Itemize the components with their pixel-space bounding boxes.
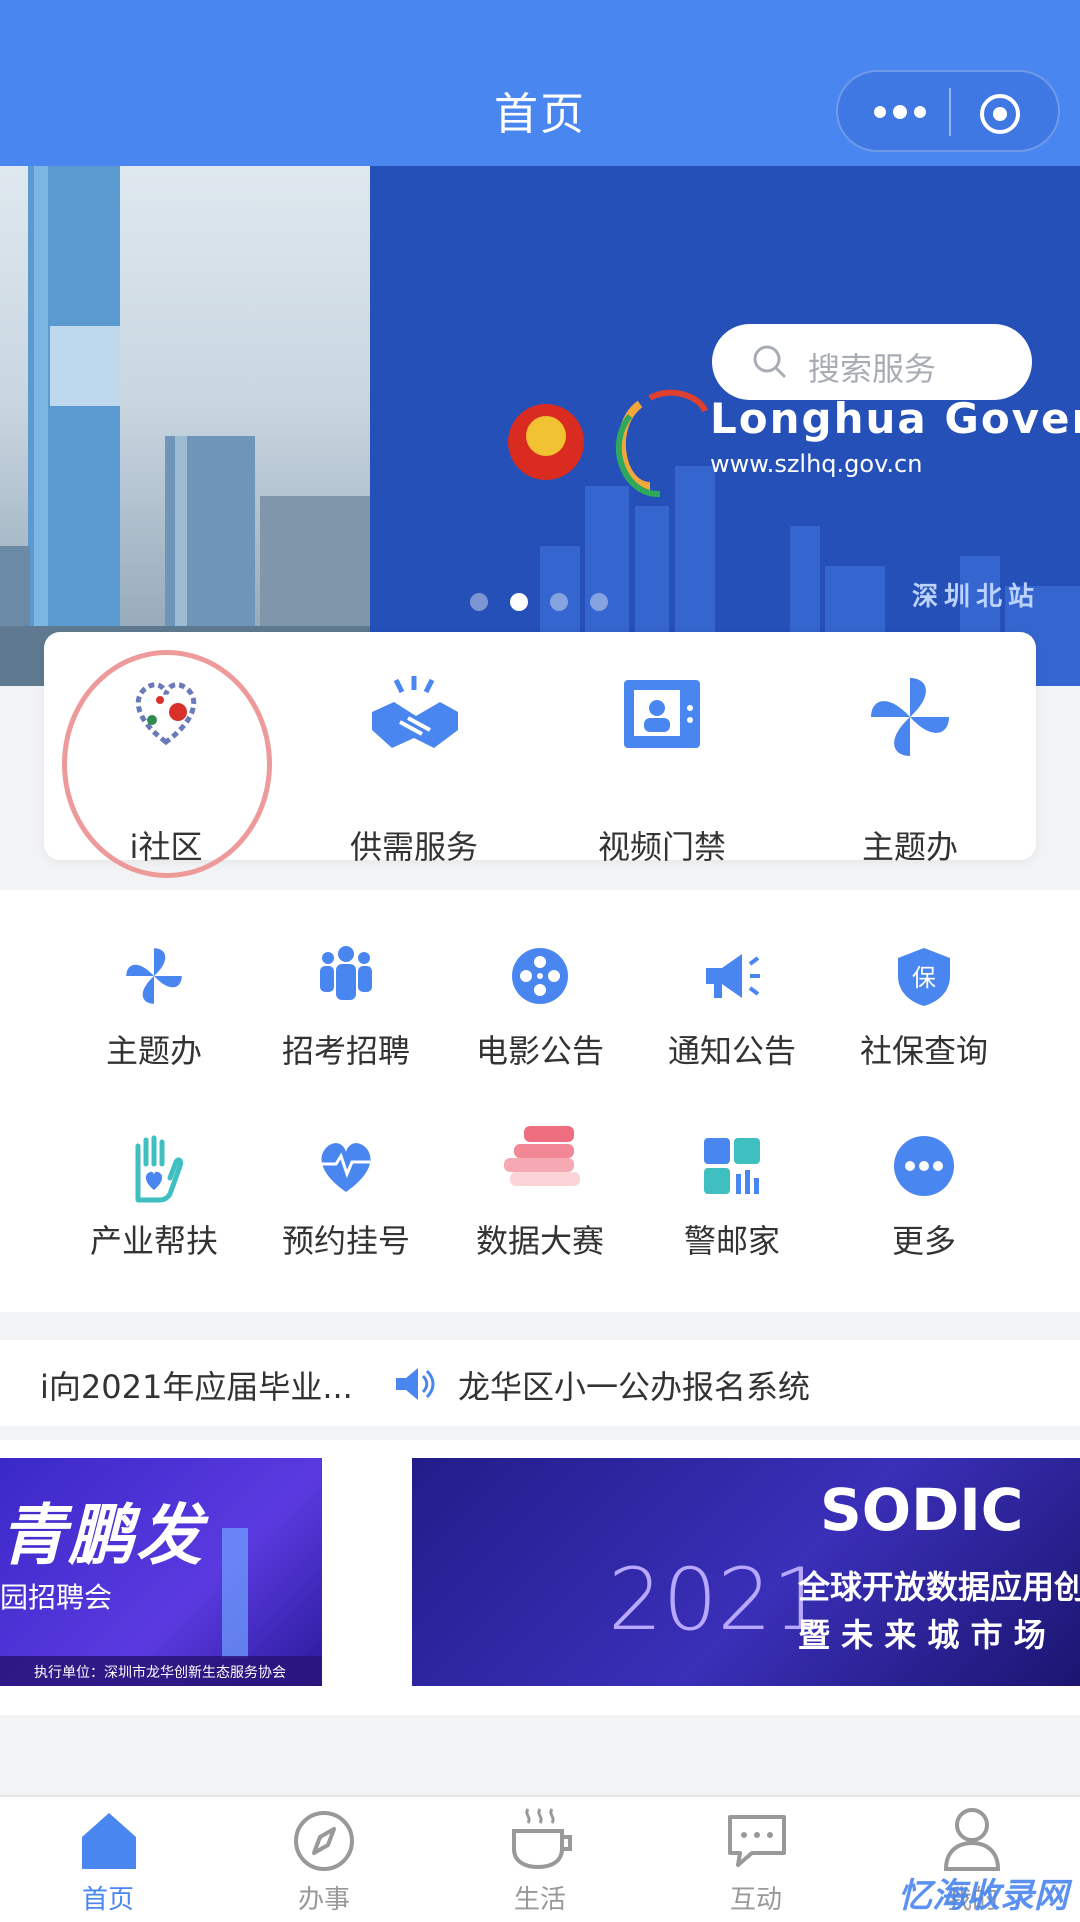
promo-left-title: 青鹏发 xyxy=(0,1497,204,1574)
gov-url: www.szlhq.gov.cn xyxy=(710,450,923,478)
close-target-icon[interactable] xyxy=(978,92,1022,136)
grid-item-label: 预约挂号 xyxy=(281,1222,410,1260)
promo-building xyxy=(222,1528,248,1658)
promo-right-line1: 全球开放数据应用创 xyxy=(798,1568,1080,1606)
grid-item-label: 主题办 xyxy=(105,1032,202,1070)
books-icon xyxy=(504,1126,580,1186)
service-grid: 主题办 招考招聘 电影公告 通知公告 保 社保查询 产业帮扶 预约挂号 数据大赛… xyxy=(0,890,1080,1312)
tab-label: 首页 xyxy=(81,1885,134,1915)
quick-item-video-door[interactable]: 视频门禁 xyxy=(562,672,762,866)
carousel-dot-active[interactable] xyxy=(510,593,528,611)
grid-item-announcements[interactable]: 通知公告 xyxy=(624,944,840,1094)
promo-section: 青鹏发 园招聘会 执行单位：深圳市龙华创新生态服务协会 SODIC 2021 全… xyxy=(0,1440,1080,1715)
chat-icon xyxy=(728,1815,786,1867)
grid-item-movie-notice[interactable]: 电影公告 xyxy=(432,944,648,1094)
grid-item-label: 数据大赛 xyxy=(475,1222,604,1260)
grid-item-label: 招考招聘 xyxy=(281,1032,410,1070)
station-label: 深圳北站 xyxy=(912,582,1041,612)
tab-label: 办事 xyxy=(297,1885,350,1915)
grid-item-label: 产业帮扶 xyxy=(89,1222,218,1260)
news-item[interactable]: 龙华区小一公办报名系统 xyxy=(458,1362,810,1408)
promo-right-line2: 暨 未 来 城 市 场 xyxy=(798,1616,1046,1654)
handshake-icon xyxy=(372,676,458,748)
svg-text:保: 保 xyxy=(912,964,936,992)
grid-item-more[interactable]: 更多 xyxy=(816,1134,1032,1284)
grid-apps-icon xyxy=(704,1138,760,1194)
quick-item-theme[interactable]: 主题办 xyxy=(810,672,1010,866)
watermark-logo: 忆海收录网 xyxy=(898,1876,1068,1916)
search-icon xyxy=(753,345,787,379)
carousel-dot[interactable] xyxy=(550,593,568,611)
grid-item-theme[interactable]: 主题办 xyxy=(46,944,262,1094)
gov-title: Longhua Govern xyxy=(710,394,1080,443)
banner-carousel[interactable]: 搜索服务 Longhua Govern www.szlhq.gov.cn 深圳北… xyxy=(0,166,1080,686)
video-door-icon xyxy=(624,680,700,748)
speaker-icon xyxy=(396,1368,435,1400)
quick-item-supply-demand[interactable]: 供需服务 xyxy=(314,672,514,866)
promo-banner-recruitment[interactable]: 青鹏发 园招聘会 执行单位：深圳市龙华创新生态服务协会 xyxy=(0,1458,322,1686)
shield-bao-icon: 保 xyxy=(898,948,950,1006)
search-placeholder: 搜索服务 xyxy=(808,350,937,388)
city-skyline-image xyxy=(0,166,370,686)
quick-item-label: 视频门禁 xyxy=(597,828,726,866)
grid-item-label: 电影公告 xyxy=(475,1032,604,1070)
search-input[interactable]: 搜索服务 xyxy=(712,324,1032,400)
more-dots-icon[interactable] xyxy=(872,98,928,126)
top-nav-bar: 首页 xyxy=(0,0,1080,166)
home-icon xyxy=(82,1813,136,1869)
news-item[interactable]: i向2021年应届毕业... xyxy=(40,1362,353,1408)
compass-icon xyxy=(294,1811,354,1871)
tab-affairs[interactable]: 办事 xyxy=(216,1797,432,1922)
film-reel-icon xyxy=(512,948,568,1004)
grid-item-appointment[interactable]: 预约挂号 xyxy=(238,1134,454,1284)
tab-home[interactable]: 首页 xyxy=(0,1797,216,1922)
grid-item-label: 社保查询 xyxy=(859,1032,988,1070)
quick-item-label: 主题办 xyxy=(861,828,958,866)
tab-interact[interactable]: 互动 xyxy=(648,1797,864,1922)
promo-left-subtitle: 园招聘会 xyxy=(0,1581,113,1614)
mini-program-capsule xyxy=(836,70,1060,152)
quick-item-label: 供需服务 xyxy=(349,828,478,866)
grid-item-social-security[interactable]: 保 社保查询 xyxy=(816,944,1032,1094)
promo-right-brand: SODIC xyxy=(820,1476,1024,1544)
pinwheel-icon xyxy=(871,678,949,756)
news-ticker: i向2021年应届毕业... 龙华区小一公办报名系统 xyxy=(0,1340,1080,1426)
tab-label: 互动 xyxy=(729,1885,782,1915)
coffee-icon xyxy=(512,1808,572,1870)
highlight-circle-annotation xyxy=(62,650,272,878)
megaphone-icon xyxy=(706,954,760,998)
grid-item-label: 更多 xyxy=(891,1222,956,1260)
more-dots-icon xyxy=(894,1136,954,1196)
tab-life[interactable]: 生活 xyxy=(432,1797,648,1922)
heartbeat-icon xyxy=(321,1143,371,1192)
grid-item-police-post[interactable]: 警邮家 xyxy=(624,1134,840,1284)
hand-heart-icon xyxy=(135,1135,183,1203)
carousel-dot[interactable] xyxy=(590,593,608,611)
tab-label: 生活 xyxy=(513,1885,566,1915)
promo-left-footer: 执行单位：深圳市龙华创新生态服务协会 xyxy=(34,1665,286,1681)
grid-item-recruitment[interactable]: 招考招聘 xyxy=(238,944,454,1094)
promo-right-year: 2021 xyxy=(608,1550,827,1650)
pinwheel-icon xyxy=(126,948,182,1004)
people-icon xyxy=(320,946,372,1000)
grid-item-industry-support[interactable]: 产业帮扶 xyxy=(46,1134,262,1284)
user-icon xyxy=(943,1808,1001,1871)
grid-item-data-contest[interactable]: 数据大赛 xyxy=(432,1122,648,1284)
carousel-dot[interactable] xyxy=(470,593,488,611)
promo-banner-sodic[interactable]: SODIC 2021 全球开放数据应用创 暨 未 来 城 市 场 xyxy=(412,1458,1080,1686)
grid-item-label: 通知公告 xyxy=(667,1032,796,1070)
grid-item-label: 警邮家 xyxy=(683,1222,780,1260)
